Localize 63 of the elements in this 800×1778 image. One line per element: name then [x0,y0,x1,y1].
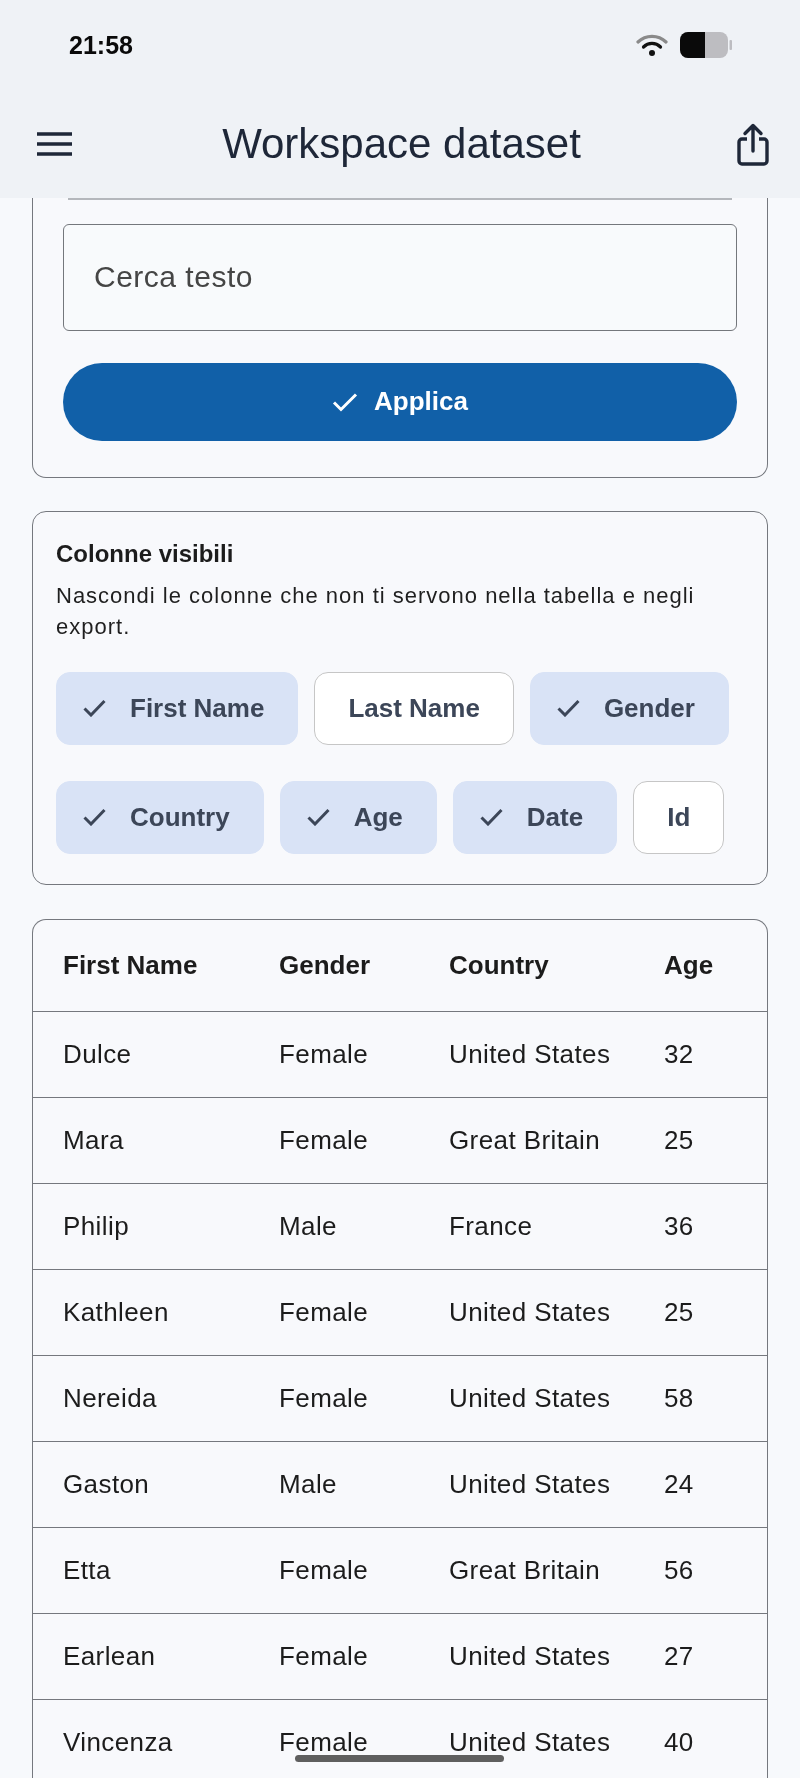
table-cell-text: 24 [663,1471,695,1497]
table-cell-text: Female [278,1041,370,1067]
check-icon [479,808,503,826]
check-icon [83,808,106,826]
apply-button[interactable]: Applica [63,362,737,441]
table-cell-text: Earlean [62,1643,157,1669]
table-cell-text: Nereida [62,1385,158,1411]
table-cell-text: Great Britain [448,1557,602,1583]
menu-icon[interactable] [37,132,72,156]
table-cell-text: 36 [663,1213,695,1239]
column-header: Age [663,952,715,978]
table-cell-text: Female [278,1299,370,1325]
table-cell-text: United States [448,1471,612,1497]
table-cell-text: Female [278,1127,370,1153]
table-cell-text: Etta [62,1557,112,1583]
table-cell-text: Vincenza [62,1729,174,1755]
table-cell-text: United States [448,1041,612,1067]
table-cell-text: Female [278,1643,370,1669]
table-cell-text: United States [448,1729,612,1755]
column-chip[interactable]: Country [56,780,264,854]
column-chip[interactable]: Age [279,780,437,854]
table-cell-text: United States [448,1385,612,1411]
check-icon [332,391,359,412]
column-chip[interactable]: First Name [56,671,299,745]
table-cell-text: Mara [62,1127,125,1153]
column-chip[interactable]: Gender [529,671,729,745]
table-cell-text: 27 [663,1643,695,1669]
check-icon [306,808,330,826]
table-cell-text: Philip [62,1213,130,1239]
table-cell-text: Female [278,1729,370,1755]
share-icon[interactable] [737,122,769,166]
column-header: First Name [62,952,199,978]
table-cell-text: Male [278,1213,338,1239]
column-chip[interactable]: Last Name [314,671,514,745]
column-chip[interactable]: Id [633,780,725,854]
screen-title: Workspace dataset [221,120,582,168]
table-cell-text: Dulce [62,1041,133,1067]
battery-icon [680,32,732,58]
table-cell-text: Gaston [62,1471,151,1497]
table-cell-text: Kathleen [62,1299,170,1325]
search-field[interactable]: Cerca testo [63,223,737,331]
table-cell-text: Female [278,1385,370,1411]
table-cell-text: 56 [663,1557,695,1583]
table-cell-text: France [448,1213,534,1239]
table-cell-text: United States [448,1299,612,1325]
column-header: Gender [278,952,372,978]
table-cell-text: United States [448,1643,612,1669]
check-icon [83,699,106,717]
table-cell-text: Female [278,1557,370,1583]
card-title: Colonne visibili [56,538,235,569]
card-description: Nascondi le colonne che non ti servono nella tabella e negli export. [56,581,696,641]
table-cell-text: Male [278,1471,338,1497]
column-header: Country [448,952,550,978]
check-icon [556,699,580,717]
table-cell-text: Great Britain [448,1127,602,1153]
wifi-icon [636,34,668,56]
table-cell-text: 25 [663,1127,695,1153]
status-time: 21:58 [69,30,133,60]
table-cell-text: 32 [663,1041,695,1067]
table-cell-text: 25 [663,1299,695,1325]
table-cell-text: 58 [663,1385,695,1411]
table-cell-text: 40 [663,1729,695,1755]
column-chip[interactable]: Date [452,780,618,854]
